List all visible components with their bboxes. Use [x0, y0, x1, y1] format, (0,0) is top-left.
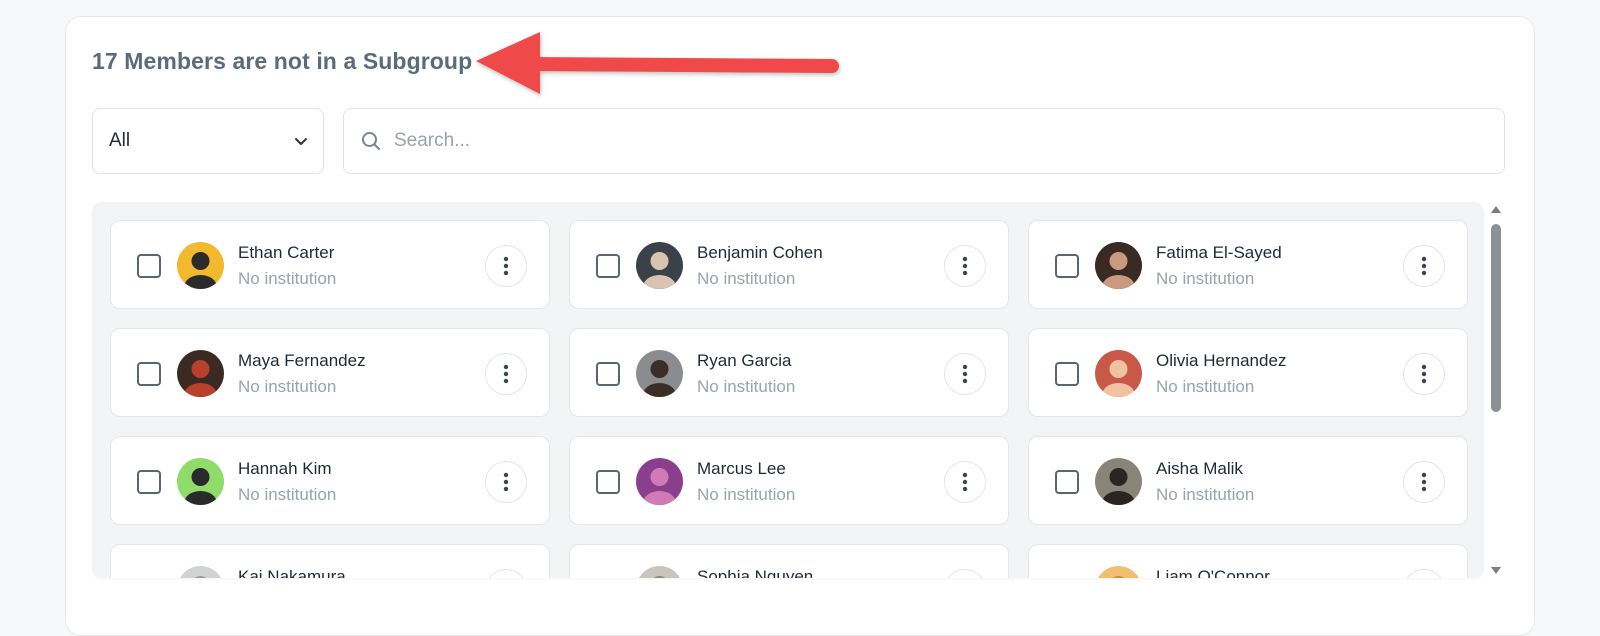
more-vertical-icon[interactable] — [485, 569, 527, 578]
annotation-arrow — [476, 32, 839, 94]
member-institution: No institution — [697, 377, 796, 396]
search-input[interactable] — [394, 130, 1488, 152]
member-name: Ryan Garcia — [697, 351, 792, 370]
scroll-up-arrow-icon[interactable] — [1491, 206, 1501, 213]
filter-select[interactable]: All — [92, 108, 324, 174]
member-institution: No institution — [238, 377, 337, 396]
member-name: Maya Fernandez — [238, 351, 366, 370]
member-card[interactable]: Benjamin Cohen No institution — [569, 220, 1009, 309]
more-vertical-icon[interactable] — [944, 245, 986, 287]
member-card[interactable]: Ethan Carter No institution — [110, 220, 550, 309]
avatar — [1095, 458, 1142, 505]
member-name: Kai Nakamura — [238, 567, 346, 578]
member-card[interactable]: Liam O'Connor — [1028, 544, 1468, 578]
member-name: Liam O'Connor — [1156, 567, 1270, 578]
avatar — [1095, 566, 1142, 578]
avatar — [636, 350, 683, 397]
member-institution: No institution — [697, 269, 796, 288]
member-checkbox[interactable] — [596, 362, 620, 386]
member-grid: Ethan Carter No institution Benjamin Coh… — [110, 220, 1468, 578]
member-name: Benjamin Cohen — [697, 243, 823, 262]
member-card[interactable]: Aisha Malik No institution — [1028, 436, 1468, 525]
member-name: Marcus Lee — [697, 459, 786, 478]
more-vertical-icon[interactable] — [1403, 245, 1445, 287]
member-name: Aisha Malik — [1156, 459, 1243, 478]
member-checkbox[interactable] — [596, 254, 620, 278]
search-icon — [360, 130, 382, 152]
avatar — [177, 566, 224, 578]
avatar — [177, 242, 224, 289]
member-checkbox[interactable] — [1055, 362, 1079, 386]
member-institution: No institution — [1156, 377, 1255, 396]
member-institution: No institution — [238, 269, 337, 288]
member-list[interactable]: Ethan Carter No institution Benjamin Coh… — [92, 202, 1484, 578]
member-name: Ethan Carter — [238, 243, 335, 262]
avatar — [1095, 242, 1142, 289]
member-card[interactable]: Fatima El-Sayed No institution — [1028, 220, 1468, 309]
member-institution: No institution — [1156, 485, 1255, 504]
member-card[interactable]: Ryan Garcia No institution — [569, 328, 1009, 417]
avatar — [636, 242, 683, 289]
member-institution: No institution — [238, 485, 337, 504]
chevron-down-icon — [293, 133, 309, 149]
member-card[interactable]: Sophia Nguyen — [569, 544, 1009, 578]
more-vertical-icon[interactable] — [944, 461, 986, 503]
member-checkbox[interactable] — [1055, 470, 1079, 494]
scrollbar-thumb[interactable] — [1491, 224, 1501, 412]
more-vertical-icon[interactable] — [1403, 353, 1445, 395]
member-checkbox[interactable] — [137, 254, 161, 278]
more-vertical-icon[interactable] — [944, 569, 986, 578]
member-checkbox[interactable] — [1055, 254, 1079, 278]
member-card[interactable]: Hannah Kim No institution — [110, 436, 550, 525]
member-card[interactable]: Marcus Lee No institution — [569, 436, 1009, 525]
avatar — [1095, 350, 1142, 397]
member-name: Olivia Hernandez — [1156, 351, 1287, 370]
filter-select-value: All — [109, 130, 131, 151]
member-card[interactable]: Maya Fernandez No institution — [110, 328, 550, 417]
search-field[interactable] — [343, 108, 1505, 174]
page-title: 17 Members are not in a Subgroup — [92, 48, 473, 74]
more-vertical-icon[interactable] — [944, 353, 986, 395]
member-name: Sophia Nguyen — [697, 567, 814, 578]
scrollbar[interactable] — [1487, 202, 1505, 578]
avatar — [636, 458, 683, 505]
member-card[interactable]: Kai Nakamura — [110, 544, 550, 578]
avatar — [636, 566, 683, 578]
more-vertical-icon[interactable] — [485, 245, 527, 287]
member-institution: No institution — [1156, 269, 1255, 288]
more-vertical-icon[interactable] — [485, 353, 527, 395]
scroll-down-arrow-icon[interactable] — [1491, 567, 1501, 574]
member-card[interactable]: Olivia Hernandez No institution — [1028, 328, 1468, 417]
avatar — [177, 458, 224, 505]
more-vertical-icon[interactable] — [1403, 461, 1445, 503]
member-name: Fatima El-Sayed — [1156, 243, 1282, 262]
member-name: Hannah Kim — [238, 459, 332, 478]
member-institution: No institution — [697, 485, 796, 504]
more-vertical-icon[interactable] — [1403, 569, 1445, 578]
member-checkbox[interactable] — [596, 470, 620, 494]
avatar — [177, 350, 224, 397]
member-checkbox[interactable] — [137, 362, 161, 386]
more-vertical-icon[interactable] — [485, 461, 527, 503]
member-checkbox[interactable] — [137, 470, 161, 494]
